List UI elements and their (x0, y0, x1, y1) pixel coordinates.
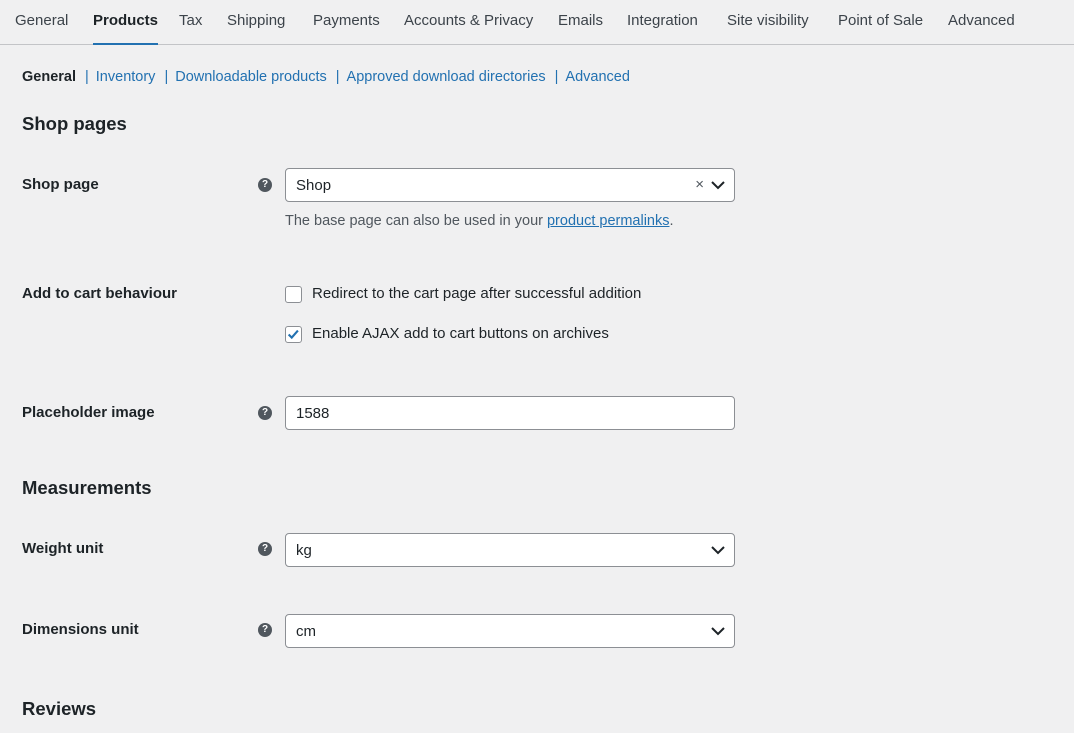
shop-page-label: Shop page (22, 176, 99, 193)
subnav-downloadable-products[interactable]: Downloadable products (175, 69, 327, 85)
tab-site-visibility[interactable]: Site visibility (727, 12, 809, 45)
shop-page-description-period: . (669, 213, 674, 229)
checkmark-icon (287, 329, 299, 340)
ajax-add-to-cart-checkbox[interactable] (285, 326, 302, 343)
tab-advanced[interactable]: Advanced (948, 12, 1015, 45)
weight-unit-value: kg (296, 542, 312, 559)
subnav-inventory[interactable]: Inventory (96, 69, 156, 85)
tab-general[interactable]: General (15, 12, 68, 45)
tab-products[interactable]: Products (93, 12, 159, 45)
weight-unit-select[interactable]: kg (285, 533, 735, 567)
tab-emails[interactable]: Emails (558, 12, 603, 45)
chevron-down-icon (711, 181, 725, 190)
help-icon[interactable]: ? (258, 406, 272, 420)
section-title-measurements: Measurements (22, 477, 152, 498)
add-to-cart-label: Add to cart behaviour (22, 285, 178, 302)
tab-point-of-sale[interactable]: Point of Sale (838, 12, 923, 45)
subnav-separator: | (164, 69, 169, 85)
subnav-separator: | (554, 69, 559, 85)
subnav-separator: | (85, 69, 89, 85)
dimensions-unit-select[interactable]: cm (285, 614, 735, 648)
section-title-reviews: Reviews (22, 698, 97, 719)
subnav-general[interactable]: General (22, 69, 76, 85)
subsection-nav: General | Inventory | Downloadable products |… (22, 69, 630, 85)
product-permalinks-link[interactable]: product permalinks (547, 213, 670, 229)
redirect-to-cart-text: Redirect to the cart page after successf… (312, 285, 642, 302)
dimensions-unit-value: cm (296, 623, 316, 640)
placeholder-image-label: Placeholder image (22, 404, 155, 421)
shop-page-description: The base page can also be used in your p… (285, 213, 674, 229)
ajax-add-to-cart-text: Enable AJAX add to cart buttons on archi… (312, 325, 609, 342)
subnav-advanced[interactable]: Advanced (565, 69, 630, 85)
shop-page-description-text: The base page can also be used in your (285, 213, 547, 229)
chevron-down-icon (711, 546, 725, 555)
weight-unit-label: Weight unit (22, 540, 104, 557)
tab-payments[interactable]: Payments (313, 12, 380, 45)
chevron-down-icon (711, 627, 725, 636)
help-icon[interactable]: ? (258, 623, 272, 637)
subnav-approved-download-directories[interactable]: Approved download directories (347, 69, 546, 85)
section-title-shop-pages: Shop pages (22, 113, 127, 134)
help-icon[interactable]: ? (258, 542, 272, 556)
tab-tax[interactable]: Tax (179, 12, 202, 45)
tab-accounts-privacy[interactable]: Accounts & Privacy (404, 12, 533, 45)
tab-shipping[interactable]: Shipping (227, 12, 285, 45)
help-icon[interactable]: ? (258, 178, 272, 192)
shop-page-value: Shop (296, 177, 332, 194)
dimensions-unit-label: Dimensions unit (22, 621, 139, 638)
settings-tabs: General Products Tax Shipping Payments A… (0, 0, 1074, 45)
subnav-separator: | (335, 69, 340, 85)
settings-page: General Products Tax Shipping Payments A… (0, 0, 1074, 733)
redirect-to-cart-checkbox[interactable] (285, 286, 302, 303)
shop-page-select[interactable]: Shop × (285, 168, 735, 202)
placeholder-image-value: 1588 (296, 405, 330, 422)
clear-icon[interactable]: × (695, 176, 704, 193)
placeholder-image-input[interactable]: 1588 (285, 396, 735, 430)
tab-integration[interactable]: Integration (627, 12, 698, 45)
